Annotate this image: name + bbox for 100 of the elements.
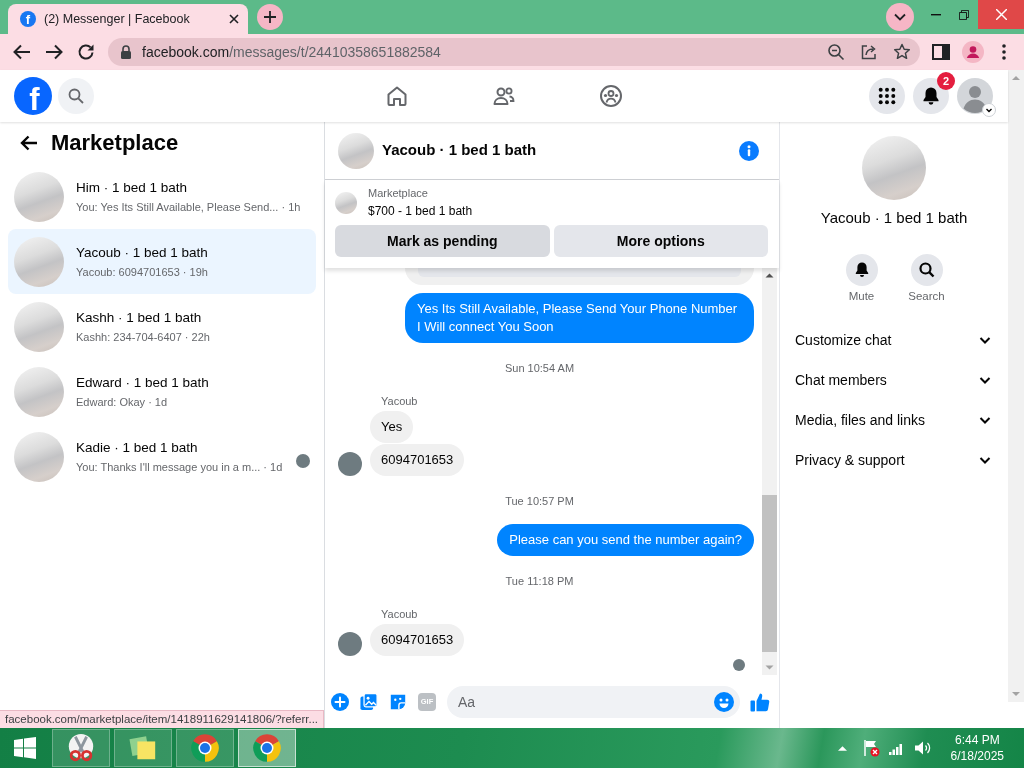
message-bubble: Yes [370, 411, 414, 443]
favicon: f [20, 11, 36, 27]
back-arrow-icon[interactable] [12, 42, 32, 62]
bell-icon [921, 86, 941, 106]
lock-icon[interactable] [120, 45, 132, 59]
message-preview: Edward: Okay · 1d [76, 394, 168, 410]
grid-icon [878, 87, 896, 105]
sender-name: Yacoub [381, 395, 418, 407]
message-time: Tue 10:57 PM [505, 494, 574, 508]
sticker-icon[interactable] [389, 692, 407, 711]
speaker-icon[interactable] [913, 740, 932, 756]
chevron-down-icon [982, 103, 996, 117]
browser-icon [252, 733, 282, 763]
plus-icon[interactable] [331, 692, 349, 711]
scissors-icon [66, 733, 96, 763]
windows-logo-icon [14, 737, 36, 759]
link-preview: facebook.com/marketplace/item/1418911629141806/?referr... [0, 710, 325, 728]
side-panel-icon[interactable] [931, 42, 951, 62]
close-icon [995, 9, 1007, 20]
search-icon [910, 254, 943, 286]
listing-label: Marketplace [368, 186, 428, 200]
profile-icon[interactable] [962, 41, 984, 63]
star-icon[interactable] [893, 43, 911, 61]
section-header[interactable]: Media, files and links [780, 400, 1008, 440]
conversation-name: Edward · 1 bed 1 bath [76, 373, 209, 392]
message-input[interactable]: Aa [447, 685, 740, 718]
caret-up-icon[interactable] [837, 745, 847, 751]
conversation-item[interactable]: Yacoub · 1 bed 1 bath Yacoub: 6094701653 · 19h [8, 229, 316, 294]
share-icon[interactable] [860, 43, 878, 61]
conversation-item[interactable]: Kashh · 1 bed 1 bath Kashh: 234-704-6407 · 22h [8, 294, 316, 359]
flag-icon[interactable] [861, 739, 880, 757]
taskbar-app[interactable] [238, 729, 296, 767]
groups-icon[interactable] [599, 84, 623, 108]
clock-date[interactable]: 6/18/2025 [950, 748, 1004, 764]
account-button[interactable] [957, 78, 993, 114]
chat-title[interactable]: Yacoub · 1 bed 1 bath [382, 139, 537, 162]
image-icon[interactable] [360, 692, 378, 711]
message-bubble: Please can you send the number again? [497, 524, 754, 556]
user-silhouette-icon [957, 78, 993, 114]
conversation-item[interactable]: Him · 1 bed 1 bath You: Yes Its Still Available, Please Send... · 1h [8, 164, 316, 229]
avatar[interactable] [338, 632, 362, 656]
scrollbar[interactable] [1008, 70, 1024, 702]
facebook-logo[interactable]: f [14, 77, 52, 115]
search-button[interactable]: Search [896, 254, 957, 303]
emoji-icon[interactable] [714, 691, 734, 712]
notifications-button[interactable] [913, 78, 949, 114]
photo-placeholder [14, 431, 64, 482]
listing-title[interactable]: $700 - 1 bed 1 bath [368, 203, 473, 219]
section-header[interactable]: Privacy & support [780, 440, 1008, 480]
message-preview: You: Thanks I'll message you in a m... · 1d [76, 459, 283, 475]
clock-time[interactable]: 6:44 PM [954, 732, 1000, 748]
taskbar-app[interactable] [176, 729, 234, 767]
menu-icon[interactable] [1002, 44, 1006, 60]
taskbar-app[interactable] [114, 729, 172, 767]
signal-icon[interactable] [888, 741, 905, 755]
message-preview: Kashh: 234-704-6407 · 22h [76, 329, 210, 345]
scrollbar[interactable] [762, 268, 777, 675]
message-bubble: Yes Its Still Available, Please Send Your Phone Number I Will connect You Soon [405, 293, 754, 343]
plus-icon [264, 11, 276, 23]
message-time: Sun 10:54 AM [504, 361, 575, 375]
search-button[interactable] [58, 78, 94, 114]
conversation-title: Yacoub · 1 bed 1 bath [820, 209, 968, 227]
thumbs-up-icon[interactable] [750, 691, 770, 712]
conversation-item[interactable]: Edward · 1 bed 1 bath Edward: Okay · 1d [8, 359, 316, 424]
reload-icon[interactable] [76, 42, 96, 62]
conversation-name: Him · 1 bed 1 bath [76, 178, 188, 197]
message-preview: Yacoub: 6094701653 · 19h [76, 264, 208, 280]
bell-icon [845, 254, 878, 286]
avatar[interactable] [338, 452, 362, 476]
info-icon[interactable] [739, 140, 759, 161]
home-icon[interactable] [385, 84, 409, 108]
photo-placeholder [14, 171, 64, 222]
address-bar[interactable]: facebook.com/messages/t/24410358651882584 [108, 38, 920, 66]
scrollbar-thumb[interactable] [762, 495, 777, 652]
tab-search-button[interactable] [886, 3, 914, 31]
section-header[interactable]: Customize chat [780, 320, 1008, 360]
panel-title: Marketplace [51, 130, 179, 156]
mute-button[interactable]: Mute [831, 254, 892, 303]
section-header[interactable]: Chat members [780, 360, 1008, 400]
back-arrow-icon[interactable] [20, 135, 38, 151]
chevron-down-icon [894, 11, 906, 23]
taskbar-app[interactable] [52, 729, 110, 767]
forward-arrow-icon[interactable] [44, 42, 64, 62]
browser-tab[interactable]: f (2) Messenger | Facebook [8, 4, 248, 34]
url-text[interactable]: facebook.com/messages/t/24410358651882584 [142, 41, 441, 63]
conversation-item[interactable]: Kadie · 1 bed 1 bath You: Thanks I'll message you in a m... · 1d [8, 424, 316, 489]
listing-button[interactable]: More options [553, 225, 768, 257]
restore-icon [959, 10, 969, 20]
zoom-out-icon[interactable] [827, 43, 845, 61]
message-time: Tue 11:18 PM [505, 574, 574, 588]
notification-count: 2 [937, 72, 955, 90]
seen-avatar [733, 659, 745, 671]
listing-button[interactable]: Mark as pending [335, 225, 550, 257]
conversation-name: Yacoub · 1 bed 1 bath [76, 243, 208, 262]
close-icon[interactable] [228, 13, 240, 25]
photo-placeholder [14, 236, 64, 287]
sender-name: Yacoub [381, 608, 418, 620]
photo-placeholder [14, 301, 64, 352]
menu-button[interactable] [869, 78, 905, 114]
new-tab-button[interactable] [257, 4, 283, 30]
